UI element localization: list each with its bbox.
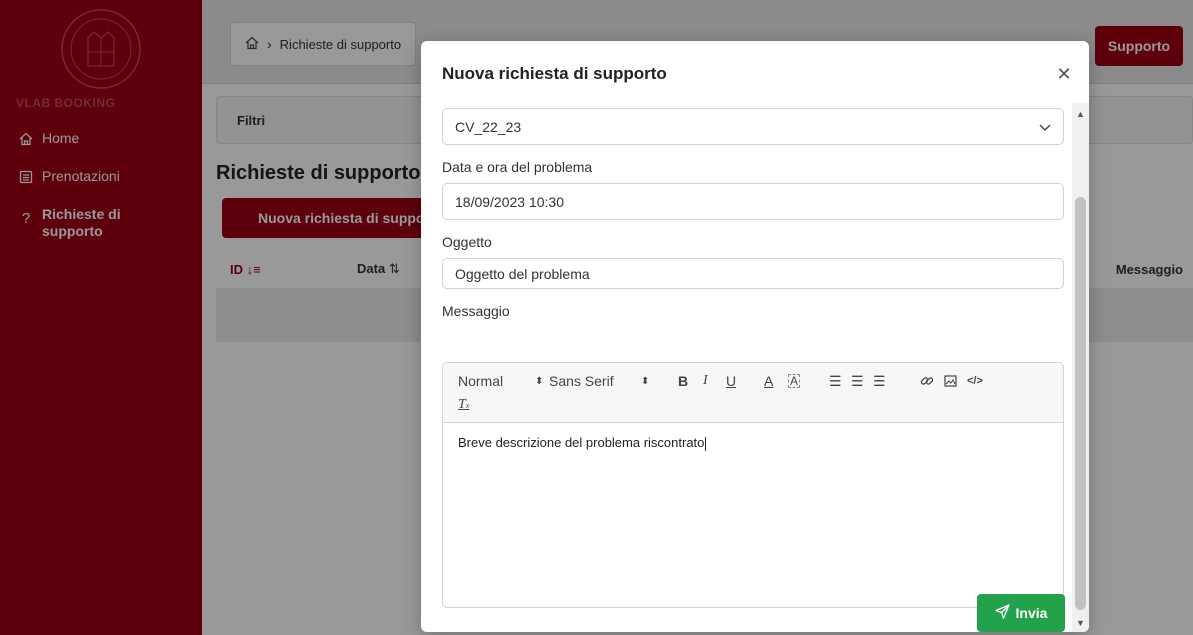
message-label: Messaggio — [442, 303, 510, 319]
message-text: Breve descrizione del problema riscontra… — [458, 435, 705, 450]
font-picker[interactable]: Sans Serif — [549, 372, 614, 390]
text-caret — [705, 436, 707, 451]
rich-text-editor: Normal ⬍ Sans Serif ⬍ B I U A A ☰ ☰ ☰ </… — [442, 362, 1064, 608]
link-icon[interactable] — [920, 372, 934, 390]
scroll-thumb[interactable] — [1075, 197, 1086, 610]
text-color-icon[interactable]: A — [764, 372, 773, 390]
send-label: Invia — [1015, 605, 1048, 621]
course-select[interactable]: CV_22_23 — [442, 108, 1064, 145]
underline-icon[interactable]: U — [726, 372, 736, 390]
send-icon — [994, 604, 1010, 622]
close-icon[interactable]: ✕ — [1053, 63, 1075, 85]
image-icon[interactable] — [944, 372, 957, 390]
size-picker-arrows-icon: ⬍ — [535, 375, 544, 387]
modal-body: CV_22_23 Data e ora del problema 18/09/2… — [421, 103, 1089, 632]
align-icon[interactable]: ☰ — [873, 372, 886, 390]
subject-label: Oggetto — [442, 234, 492, 250]
subject-field[interactable]: Oggetto del problema — [442, 258, 1064, 289]
italic-icon[interactable]: I — [703, 372, 708, 390]
date-label: Data e ora del problema — [442, 159, 593, 175]
bullet-list-icon[interactable]: ☰ — [851, 372, 864, 390]
date-field[interactable]: 18/09/2023 10:30 — [442, 183, 1064, 220]
course-select-value: CV_22_23 — [455, 118, 522, 135]
chevron-down-icon — [1039, 119, 1051, 135]
scroll-down-icon[interactable]: ▼ — [1076, 618, 1085, 628]
font-picker-arrows-icon: ⬍ — [641, 375, 650, 387]
ordered-list-icon[interactable]: ☰ — [829, 372, 842, 390]
bold-icon[interactable]: B — [678, 372, 688, 390]
clear-format-icon[interactable]: Tx — [458, 396, 469, 414]
background-color-icon[interactable]: A — [788, 374, 801, 388]
size-picker[interactable]: Normal — [458, 372, 503, 390]
code-icon[interactable]: </> — [967, 372, 983, 390]
scroll-up-icon[interactable]: ▲ — [1076, 109, 1085, 119]
editor-toolbar: Normal ⬍ Sans Serif ⬍ B I U A A ☰ ☰ ☰ </… — [443, 363, 1063, 423]
modal-title: Nuova richiesta di supporto — [442, 64, 667, 83]
modal-scrollbar[interactable]: ▲ ▼ — [1072, 103, 1089, 632]
message-editor-content[interactable]: Breve descrizione del problema riscontra… — [443, 423, 1063, 463]
send-button[interactable]: Invia — [977, 594, 1065, 632]
new-request-modal: Nuova richiesta di supporto ✕ CV_22_23 D… — [421, 41, 1089, 632]
